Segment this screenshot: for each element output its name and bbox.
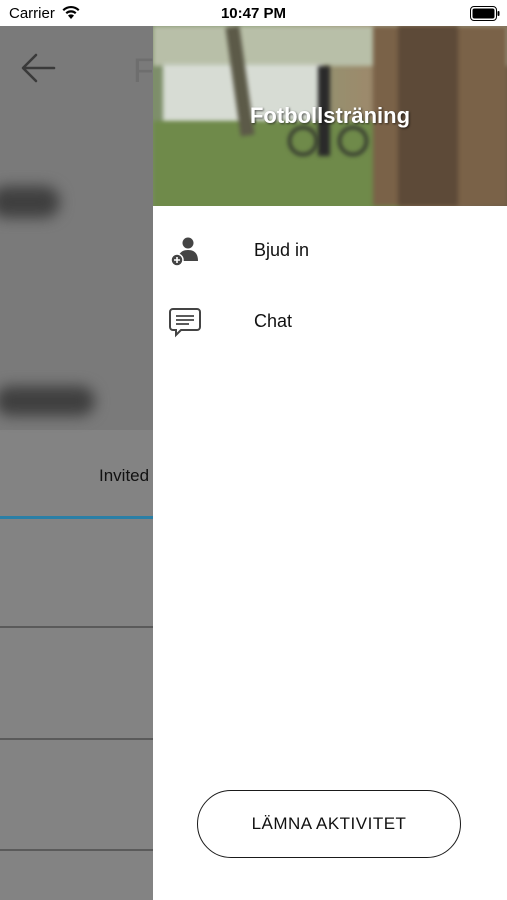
add-person-icon — [170, 237, 198, 267]
menu-item-label: Bjud in — [254, 240, 310, 260]
menu-item-invite[interactable]: Bjud in — [153, 221, 507, 281]
battery-icon — [470, 6, 500, 21]
leave-activity-button[interactable]: LÄMNA AKTIVITET — [197, 790, 461, 858]
drawer-header-image: Fotbollsträning — [153, 26, 507, 206]
tab-indicator — [0, 516, 153, 519]
list-divider — [0, 626, 153, 628]
blurred-content — [0, 386, 95, 416]
background-header: F — [0, 26, 153, 430]
list-divider — [0, 738, 153, 740]
chat-bubble-icon — [169, 308, 201, 338]
menu-item-label: Chat — [254, 311, 293, 331]
list-divider — [0, 849, 153, 851]
blurred-content — [0, 186, 60, 218]
side-drawer: Fotbollsträning Bjud in Chat LÄMNA AKTIV… — [153, 26, 507, 900]
back-arrow-icon[interactable] — [18, 48, 58, 88]
tab-invited[interactable]: Invited — [99, 466, 149, 486]
background-screen: F Invited — [0, 26, 153, 900]
status-time: 10:47 PM — [220, 5, 287, 22]
status-bar: Carrier 10:47 PM — [0, 0, 507, 26]
drawer-title: Fotbollsträning — [249, 103, 411, 128]
menu-item-chat[interactable]: Chat — [153, 292, 507, 352]
background-title: F — [133, 52, 153, 90]
